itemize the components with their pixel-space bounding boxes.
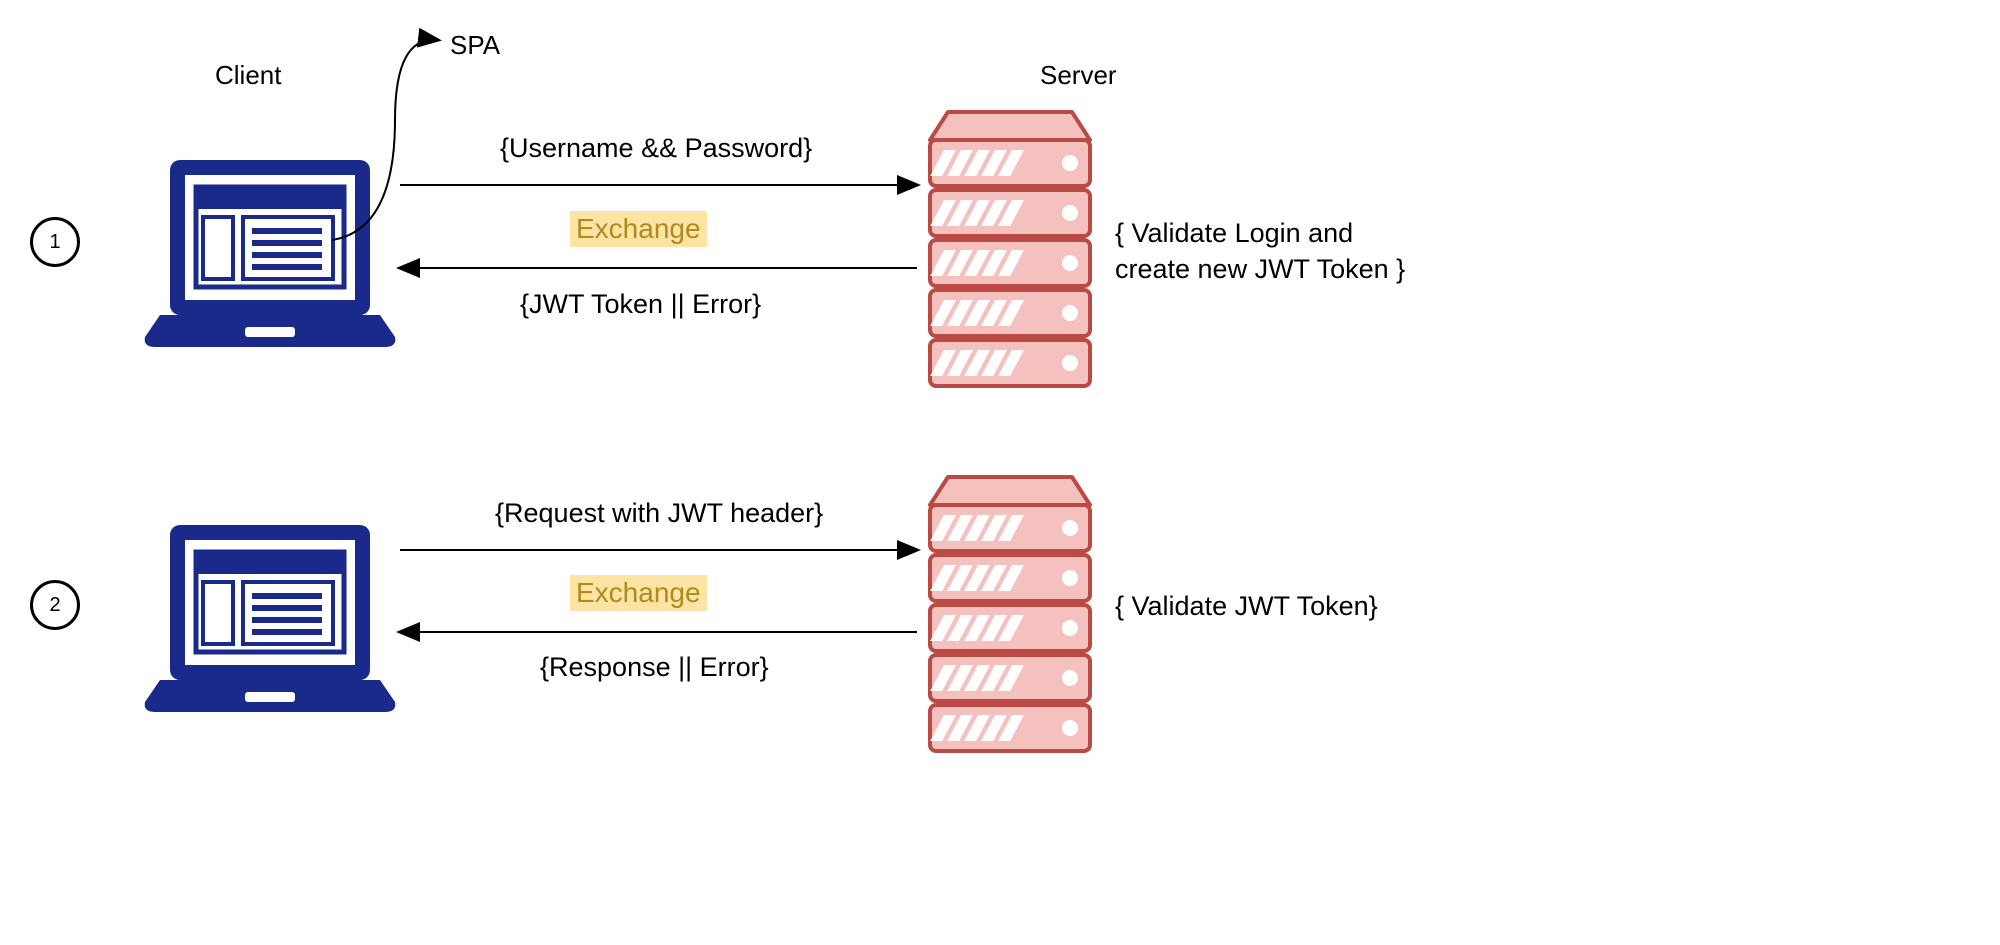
diagram-canvas: [0, 0, 2000, 945]
client-laptop-icon: [145, 160, 396, 347]
server-stack-icon: [930, 477, 1090, 751]
client-laptop-icon: [145, 525, 396, 712]
server-stack-icon: [930, 112, 1090, 386]
